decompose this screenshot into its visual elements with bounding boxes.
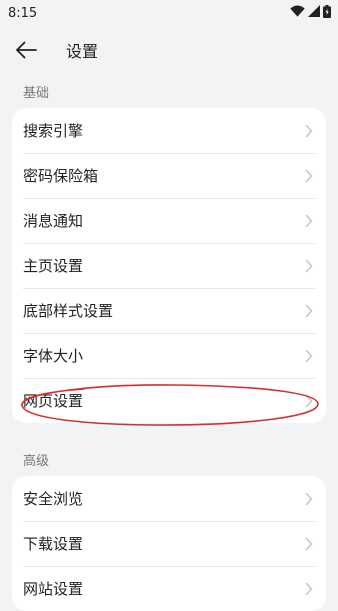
chevron-right-icon <box>305 214 313 227</box>
settings-item-label: 字体大小 <box>23 347 84 365</box>
settings-item-search-engine[interactable]: 搜索引擎 <box>12 108 326 153</box>
status-icons <box>290 4 331 22</box>
settings-item-label: 下载设置 <box>23 535 84 553</box>
cellular-signal-icon <box>308 5 320 21</box>
settings-item-notifications[interactable]: 消息通知 <box>12 198 326 243</box>
settings-card-basic: 搜索引擎 密码保险箱 消息通知 主页设置 底部样式设置 字体大小 网页设置 <box>12 108 326 423</box>
settings-item-label: 安全浏览 <box>23 490 84 508</box>
app-bar: 设置 <box>0 26 338 74</box>
chevron-right-icon <box>305 582 313 595</box>
settings-item-bottom-style[interactable]: 底部样式设置 <box>12 288 326 333</box>
chevron-right-icon <box>305 304 313 317</box>
settings-item-web-settings[interactable]: 网页设置 <box>12 378 326 423</box>
chevron-right-icon <box>305 169 313 182</box>
settings-item-homepage[interactable]: 主页设置 <box>12 243 326 288</box>
settings-item-label: 网站设置 <box>23 580 84 598</box>
settings-item-label: 消息通知 <box>23 212 84 230</box>
chevron-right-icon <box>305 394 313 407</box>
chevron-right-icon <box>305 492 313 505</box>
chevron-right-icon <box>305 124 313 137</box>
section-header-basic: 基础 <box>23 86 50 101</box>
battery-icon <box>323 4 331 22</box>
settings-item-label: 网页设置 <box>23 392 84 410</box>
settings-item-label: 底部样式设置 <box>23 302 114 320</box>
chevron-right-icon <box>305 259 313 272</box>
settings-item-safe-browsing[interactable]: 安全浏览 <box>12 476 326 521</box>
settings-item-download[interactable]: 下载设置 <box>12 521 326 566</box>
page-title: 设置 <box>66 42 99 61</box>
section-header-advanced: 高级 <box>23 454 50 469</box>
settings-item-label: 密码保险箱 <box>23 167 99 185</box>
arrow-left-icon <box>16 41 37 59</box>
chevron-right-icon <box>305 537 313 550</box>
back-button[interactable] <box>12 36 40 64</box>
wifi-icon <box>290 5 305 21</box>
settings-item-label: 搜索引擎 <box>23 122 84 140</box>
settings-item-label: 主页设置 <box>23 257 84 275</box>
status-bar: 8:15 <box>0 0 338 26</box>
settings-item-site-settings[interactable]: 网站设置 <box>12 566 326 611</box>
settings-item-password-vault[interactable]: 密码保险箱 <box>12 153 326 198</box>
settings-card-advanced: 安全浏览 下载设置 网站设置 <box>12 476 326 611</box>
chevron-right-icon <box>305 349 313 362</box>
status-time: 8:15 <box>8 5 38 21</box>
settings-item-font-size[interactable]: 字体大小 <box>12 333 326 378</box>
